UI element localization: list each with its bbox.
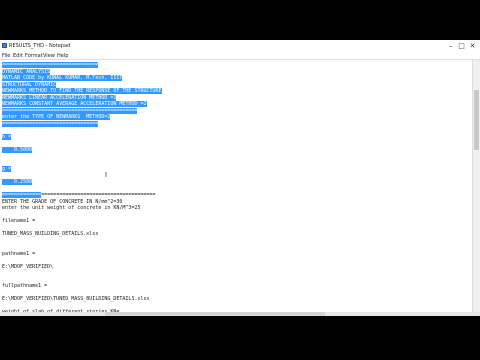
selected-text: enter the TYPE OF NEWMARKS METHOD=2 (2, 114, 111, 120)
window-controls: – □ ✕ (445, 41, 478, 51)
text-line: E:\MDOF_VERIFIED\ (2, 263, 54, 270)
text-line: TUNED_MASS_BUILDING_DETAILS.xlsx (2, 231, 99, 237)
text-line: ENTER THE GRADE OF CONCRETE IN N/mm^2=30 (2, 198, 123, 205)
text-line: DYNAMIC ANALYSIS (2, 68, 51, 75)
selected-text: g = (2, 166, 12, 172)
window-title: RESULTS_THD - Notepad (9, 43, 71, 49)
selected-text: ================================ (2, 120, 99, 127)
notepad-window: RESULTS_THD - Notepad – □ ✕ File Edit Fo… (0, 40, 480, 314)
text-line: filename1 = (2, 218, 36, 224)
menu-view[interactable]: View (43, 53, 55, 59)
text-line: 0.5000 (2, 146, 33, 153)
text-line: b = (2, 133, 12, 140)
text-line: enter the TYPE OF NEWMARKS METHOD=2 (2, 114, 111, 120)
vertical-scrollbar[interactable] (472, 60, 480, 314)
video-progress-strip (0, 312, 480, 316)
selected-text: NEWMARKS CONSTANT AVERAGE ACCELERATION M… (2, 101, 147, 107)
text-line: ========================================… (2, 107, 138, 114)
menu-bar: File Edit Format View Help (0, 52, 480, 60)
title-bar[interactable]: RESULTS_THD - Notepad – □ ✕ (0, 40, 480, 52)
minimize-button[interactable]: – (445, 41, 456, 51)
selected-text: NEWMARKS METHOD TO FIND THE RESPONSE OF … (2, 88, 162, 94)
close-button[interactable]: ✕ (467, 41, 478, 51)
menu-edit[interactable]: Edit (13, 53, 23, 59)
maximize-button[interactable]: □ (456, 41, 467, 51)
line-text: ====================================== (41, 192, 156, 198)
selected-text: NEWMARKS LINEAR ACCELERATION METHOD =1 (2, 94, 117, 101)
text-line: pathname1 = (2, 250, 36, 257)
menu-format[interactable]: Format (25, 53, 43, 59)
selected-text: MATLAB CODE by KUNAL KUMAR, M.Tech, IIIT (2, 75, 123, 81)
text-line: MATLAB CODE by KUNAL KUMAR, M.Tech, IIIT (2, 75, 123, 81)
text-cursor-icon: I (105, 171, 108, 179)
text-line: NEWMARKS LINEAR ACCELERATION METHOD =1 (2, 94, 117, 101)
text-line: NEWMARKS CONSTANT AVERAGE ACCELERATION M… (2, 101, 147, 107)
scrollbar-thumb[interactable] (474, 90, 479, 150)
text-line: ================================ (2, 120, 99, 127)
notepad-icon (2, 43, 7, 48)
text-line: enter the unit weight of concrete in KN/… (2, 205, 141, 211)
selected-text: 0.5000 (2, 146, 33, 153)
selected-text: STRUCTURAL DYNAMIC (2, 81, 57, 88)
text-line: g = (2, 166, 12, 172)
text-line: NEWMARKS METHOD TO FIND THE RESPONSE OF … (2, 88, 162, 94)
text-editor-area[interactable]: ================================ DYNAMIC … (0, 60, 472, 314)
text-line: 0.2500 (2, 179, 33, 185)
selected-text: b = (2, 133, 12, 140)
selected-text: DYNAMIC ANALYSIS (2, 68, 51, 75)
text-line: E:\MDOF_VERIFIED\TUNED_MASS_BUILDING_DET… (2, 296, 150, 302)
text-line: ========================================… (2, 192, 156, 198)
selected-text: ============= (2, 192, 42, 198)
menu-help[interactable]: Help (57, 53, 68, 59)
text-line: fullpathname1 = (2, 283, 48, 289)
text-line: ================================ (2, 62, 99, 68)
progress-segment (105, 312, 325, 316)
menu-file[interactable]: File (2, 53, 10, 59)
text-line: STRUCTURAL DYNAMIC (2, 81, 57, 88)
selected-text: ================================ (2, 62, 99, 68)
selected-text: 0.2500 (2, 179, 33, 185)
selected-text: ========================================… (2, 107, 138, 114)
